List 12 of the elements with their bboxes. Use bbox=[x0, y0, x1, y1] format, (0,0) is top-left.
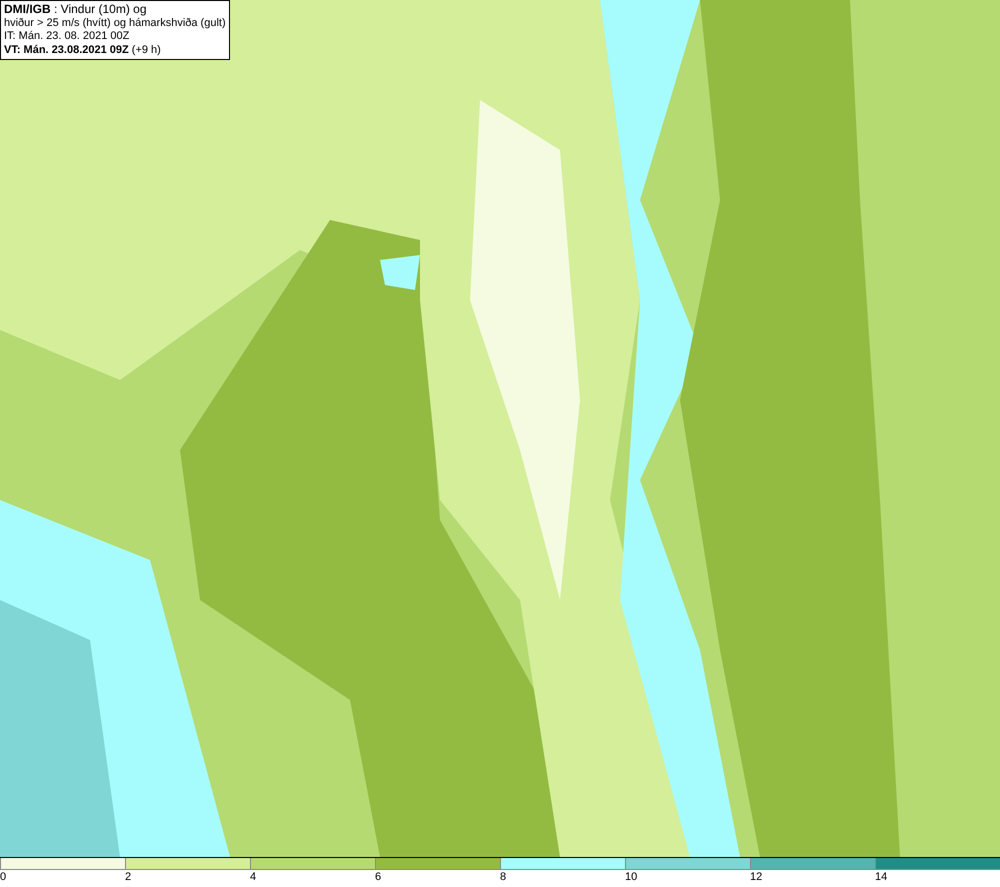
info-line: hviður > 25 m/s (hvítt) og hámarkshviða (gult) bbox=[4, 16, 226, 30]
legend-tick-label: 12 bbox=[750, 870, 762, 884]
legend-tick-label: 4 bbox=[250, 870, 256, 884]
info-line: DMI/IGB : Vindur (10m) og bbox=[4, 3, 148, 16]
info-line: IT: Mán. 23. 08. 2021 00Z bbox=[4, 30, 130, 44]
legend-tick-label: 2 bbox=[125, 870, 132, 884]
legend-tick-label: 8 bbox=[500, 870, 506, 884]
legend-tick-label: 6 bbox=[375, 870, 382, 884]
legend-tick-label: 0 bbox=[0, 870, 6, 884]
info-line: VT: Mán. 23.08.2021 09Z (+9 h) bbox=[4, 44, 162, 57]
legend-tick-label: 14 bbox=[875, 870, 888, 884]
legend-tick-label: 10 bbox=[625, 870, 638, 884]
